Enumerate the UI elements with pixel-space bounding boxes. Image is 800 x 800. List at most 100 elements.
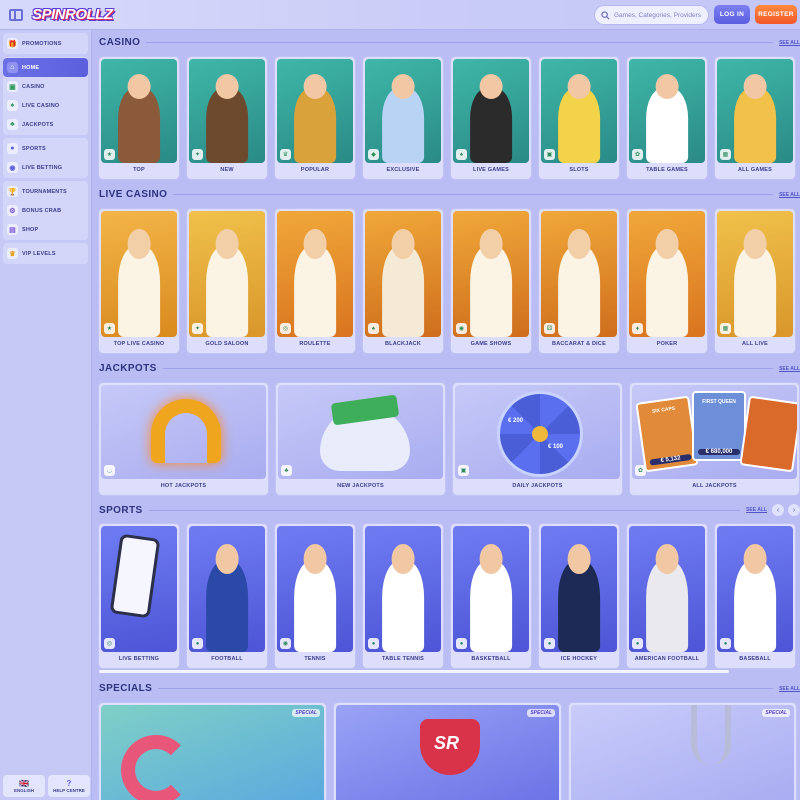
register-button[interactable]: REGISTER — [755, 5, 797, 24]
horizontal-scrollbar[interactable] — [99, 670, 729, 673]
sidebar-item-live-betting[interactable]: ◉ LIVE BETTING — [3, 158, 88, 177]
character-figure — [206, 246, 248, 337]
trophy-icon: SR — [420, 719, 480, 775]
sidebar-item-label: SPORTS — [22, 145, 46, 152]
sidebar-item-tournaments[interactable]: 🏆 TOURNAMENTS — [3, 182, 88, 201]
special-card-2[interactable]: SR SPECIAL — [333, 702, 562, 800]
live-card-poker-thumbnail: ♦ — [629, 211, 705, 337]
sport-card-live-betting[interactable]: ◎ LIVE BETTING — [98, 523, 180, 669]
sport-card-football[interactable]: ● FOOTBALL — [186, 523, 268, 669]
live-card-all-live[interactable]: ▦ ALL LIVE — [714, 208, 796, 354]
jackpot-card-hot-jackpots-thumbnail: ◡ — [101, 385, 266, 479]
jackpot-card-hot-jackpots[interactable]: ◡ HOT JACKPOTS — [98, 382, 269, 496]
game-card-new[interactable]: ✦ NEW — [186, 56, 268, 180]
game-card-new-thumbnail: ✦ — [189, 59, 265, 163]
jackpot-card-new-jackpots[interactable]: ♣ NEW JACKPOTS — [275, 382, 446, 496]
sport-card-ice-hockey[interactable]: ● ICE HOCKEY — [538, 523, 620, 669]
site-logo[interactable]: SPINROLLZ — [32, 6, 113, 23]
home-icon: ⌂ — [7, 62, 18, 73]
help-icon: ? — [66, 779, 72, 788]
scroll-right-button[interactable]: › — [788, 504, 800, 516]
sport-card-table-tennis[interactable]: ● TABLE TENNIS — [362, 523, 444, 669]
card-label: NEW — [220, 167, 234, 173]
sport-card-american-football[interactable]: ● AMERICAN FOOTBALL — [626, 523, 708, 669]
see-all-link[interactable]: SEE ALL — [779, 366, 800, 372]
special-card-1[interactable]: SPECIAL — [98, 702, 327, 800]
card-label: ICE HOCKEY — [560, 656, 598, 662]
jackpot-card-daily-jackpots[interactable]: € 200 € 100 ▣ DAILY JACKPOTS — [452, 382, 623, 496]
sidebar-bottom: 🇬🇧 ENGLISH ? HELP CENTRE — [3, 775, 90, 797]
live-casino-row: ★ TOP LIVE CASINO ✦ GOLD SALOON ◎ ROULETTE ♠ BL… — [98, 208, 796, 354]
character-head — [567, 543, 591, 574]
divider — [158, 688, 774, 689]
live-card-baccarat-and-dice[interactable]: ⚄ BACCARAT & DICE — [538, 208, 620, 354]
sport-card-baseball[interactable]: ● BASEBALL — [714, 523, 796, 669]
sidebar-item-casino[interactable]: ▣ CASINO — [3, 77, 88, 96]
live-card-blackjack-thumbnail: ♠ — [365, 211, 441, 337]
prize-wheel-icon: € 200 € 100 — [497, 391, 583, 477]
category-badge-icon: ♠ — [368, 323, 379, 334]
sidebar-item-vip-levels[interactable]: ♛ VIP LEVELS — [3, 244, 88, 263]
trophy-label: SR — [434, 733, 460, 753]
see-all-link[interactable]: SEE ALL — [746, 507, 767, 513]
live-card-game-shows[interactable]: ◉ GAME SHOWS — [450, 208, 532, 354]
search-box[interactable] — [594, 5, 709, 25]
live-card-gold-saloon[interactable]: ✦ GOLD SALOON — [186, 208, 268, 354]
language-button[interactable]: 🇬🇧 ENGLISH — [3, 775, 45, 797]
category-badge-icon: ◡ — [104, 465, 115, 476]
sidebar-item-bonus-crab[interactable]: ⚙ BONUS CRAB — [3, 201, 88, 220]
game-card-popular-thumbnail: ♛ — [277, 59, 353, 163]
sidebar-item-promotions[interactable]: 🎁 PROMOTIONS — [3, 34, 88, 53]
live-card-game-shows-thumbnail: ◉ — [453, 211, 529, 337]
sidebar-item-sports[interactable]: ● SPORTS — [3, 139, 88, 158]
special-tag: SPECIAL — [527, 709, 555, 717]
character-figure — [206, 88, 248, 163]
game-card-exclusive[interactable]: ◆ EXCLUSIVE — [362, 56, 444, 180]
ball-icon: ● — [7, 143, 18, 154]
slot-machine-icon: ▣ — [7, 81, 18, 92]
jackpot-card-all-jackpots[interactable]: SIX CAPS € 5,132 FIRST QUEEN € 680,000 ✿ ALL … — [629, 382, 800, 496]
see-all-link[interactable]: SEE ALL — [779, 686, 800, 692]
see-all-link[interactable]: SEE ALL — [779, 40, 800, 46]
live-card-poker[interactable]: ♦ POKER — [626, 208, 708, 354]
help-centre-button[interactable]: ? HELP CENTRE — [48, 775, 90, 797]
jackpot-card-new-jackpots-thumbnail: ♣ — [278, 385, 443, 479]
search-input[interactable] — [614, 11, 704, 19]
card-label: TOP LIVE CASINO — [113, 341, 165, 347]
login-button[interactable]: LOG IN — [714, 5, 750, 24]
sidebar-item-home[interactable]: ⌂ HOME — [3, 58, 88, 77]
sport-card-tennis[interactable]: ◉ TENNIS — [274, 523, 356, 669]
category-badge-icon: ▦ — [720, 323, 731, 334]
claw-machine-icon — [691, 705, 731, 765]
sport-card-table-tennis-thumbnail: ● — [365, 526, 441, 652]
game-card-table-games[interactable]: ✿ TABLE GAMES — [626, 56, 708, 180]
live-card-blackjack[interactable]: ♠ BLACKJACK — [362, 208, 444, 354]
sidebar-item-shop[interactable]: ▤ SHOP — [3, 220, 88, 239]
game-card-all-games-thumbnail: ▦ — [717, 59, 793, 163]
sidebar-item-live-casino[interactable]: ♠ LIVE CASINO — [3, 96, 88, 115]
game-card-top[interactable]: ★ TOP — [98, 56, 180, 180]
special-card-3[interactable]: SPECIAL — [568, 702, 797, 800]
scroll-left-button[interactable]: ‹ — [772, 504, 784, 516]
live-card-roulette-thumbnail: ◎ — [277, 211, 353, 337]
character-figure — [118, 88, 160, 163]
sport-card-basketball[interactable]: ● BASKETBALL — [450, 523, 532, 669]
game-card-live-games[interactable]: ♠ LIVE GAMES — [450, 56, 532, 180]
see-all-link[interactable]: SEE ALL — [779, 192, 800, 198]
game-card-slots[interactable]: ▣ SLOTS — [538, 56, 620, 180]
character-figure — [470, 246, 512, 337]
character-figure — [382, 88, 424, 163]
special-card-3-thumbnail: SPECIAL — [571, 705, 794, 800]
category-badge-icon: ◉ — [456, 323, 467, 334]
sidebar-group-vip: ♛ VIP LEVELS — [3, 243, 88, 264]
game-card-exclusive-thumbnail: ◆ — [365, 59, 441, 163]
sidebar-toggle-icon[interactable] — [9, 8, 23, 21]
character-head — [215, 73, 239, 99]
live-card-top-live-casino[interactable]: ★ TOP LIVE CASINO — [98, 208, 180, 354]
game-card-all-games[interactable]: ▦ ALL GAMES — [714, 56, 796, 180]
game-card-popular[interactable]: ♛ POPULAR — [274, 56, 356, 180]
category-badge-icon: ♣ — [281, 465, 292, 476]
live-card-roulette[interactable]: ◎ ROULETTE — [274, 208, 356, 354]
clover-icon: ♣ — [7, 119, 18, 130]
sidebar-item-jackpots[interactable]: ♣ JACKPOTS — [3, 115, 88, 134]
